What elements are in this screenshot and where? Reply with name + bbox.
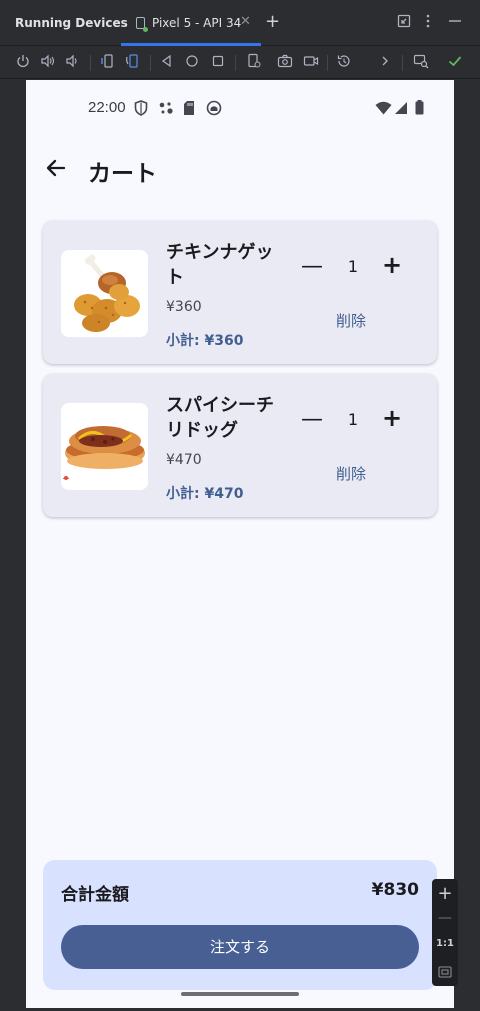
device-tab[interactable]: Pixel 5 - API 34 ✕ — [121, 0, 261, 46]
item-subtotal: 小計: ¥470 — [166, 486, 244, 502]
rotate-right-icon[interactable] — [124, 53, 142, 71]
ide-title-bar: Running Devices Pixel 5 - API 34 ✕ + — [0, 0, 480, 46]
status-bar: 22:00 — [26, 80, 454, 136]
top-app-bar: カート — [26, 140, 454, 196]
panel-title: Running Devices — [15, 16, 128, 30]
place-order-button[interactable]: 注文する — [61, 925, 419, 969]
zoom-actual-size-button[interactable]: 1:1 — [432, 938, 458, 949]
item-price: ¥360 — [166, 299, 202, 315]
chili-dog-image — [61, 403, 148, 490]
assistant-dots-icon — [158, 100, 174, 120]
cart-item-card: スパイシーチリドッグ ¥470 小計: ¥470 — 1 + 削除 — [43, 374, 437, 517]
gesture-nav-bar[interactable] — [181, 992, 299, 996]
back-triangle-icon[interactable] — [158, 53, 176, 71]
screen-record-icon[interactable] — [302, 53, 320, 71]
toolbar-divider — [90, 55, 91, 71]
more-options-icon[interactable] — [425, 14, 431, 32]
rotate-left-icon[interactable] — [99, 53, 117, 71]
device-screen: 22:00 カート チキンナゲット ¥360 小計: ¥360 — 1 + 削除… — [26, 80, 454, 1008]
toolbar-divider — [150, 55, 151, 71]
item-subtotal: 小計: ¥360 — [166, 333, 244, 349]
add-tab-icon[interactable]: + — [265, 11, 280, 32]
volume-up-icon[interactable] — [39, 53, 57, 71]
item-quantity: 1 — [347, 257, 359, 276]
restore-icon[interactable] — [397, 14, 411, 32]
delete-item-button[interactable]: 削除 — [336, 310, 366, 331]
item-name: スパイシーチリドッグ — [166, 395, 274, 441]
active-tab-indicator — [121, 43, 261, 46]
toolbar-divider — [402, 55, 403, 71]
power-icon[interactable] — [14, 53, 32, 71]
fit-screen-icon[interactable] — [432, 963, 458, 982]
decrease-quantity-button[interactable]: — — [301, 254, 323, 280]
item-price: ¥470 — [166, 452, 202, 468]
device-settings-icon[interactable] — [245, 53, 263, 71]
item-name: チキンナゲット — [166, 242, 274, 288]
home-circle-icon[interactable] — [183, 53, 201, 71]
toolbar-divider — [327, 55, 328, 71]
shield-icon — [134, 100, 148, 120]
zoom-in-icon[interactable]: + — [432, 883, 458, 904]
check-icon[interactable] — [446, 53, 464, 71]
toolbar-divider — [235, 55, 236, 71]
increase-quantity-button[interactable]: + — [381, 252, 403, 278]
decrease-quantity-button[interactable]: — — [301, 407, 323, 433]
battery-icon — [415, 100, 424, 119]
volume-down-icon[interactable] — [64, 53, 82, 71]
device-tab-label: Pixel 5 - API 34 — [152, 16, 242, 30]
back-arrow-icon[interactable] — [42, 154, 70, 182]
device-toolbar — [0, 47, 480, 79]
wifi-icon — [375, 100, 392, 119]
chevron-right-icon[interactable] — [376, 53, 394, 71]
cart-item-card: チキンナゲット ¥360 小計: ¥360 — 1 + 削除 — [43, 221, 437, 364]
order-summary: 合計金額 ¥830 注文する — [43, 860, 437, 990]
status-time: 22:00 — [88, 99, 126, 116]
chicken-nugget-image — [61, 250, 148, 337]
cell-signal-icon — [394, 100, 408, 119]
increase-quantity-button[interactable]: + — [381, 405, 403, 431]
zoom-panel: + — 1:1 — [432, 879, 458, 986]
zoom-out-icon[interactable]: — — [432, 910, 458, 926]
layout-inspector-icon[interactable] — [412, 53, 430, 71]
device-phone-icon — [136, 17, 148, 32]
page-title: カート — [88, 161, 157, 187]
close-tab-icon[interactable]: ✕ — [240, 14, 251, 29]
camera-icon[interactable] — [276, 53, 294, 71]
overview-square-icon[interactable] — [209, 53, 227, 71]
minimize-icon[interactable] — [448, 14, 462, 32]
total-label: 合計金額 — [61, 885, 129, 905]
total-value: ¥830 — [371, 880, 419, 900]
snapshot-restore-icon[interactable] — [335, 53, 353, 71]
item-quantity: 1 — [347, 410, 359, 429]
app-notification-icon — [206, 100, 222, 120]
sd-card-icon — [183, 100, 195, 120]
delete-item-button[interactable]: 削除 — [336, 463, 366, 484]
